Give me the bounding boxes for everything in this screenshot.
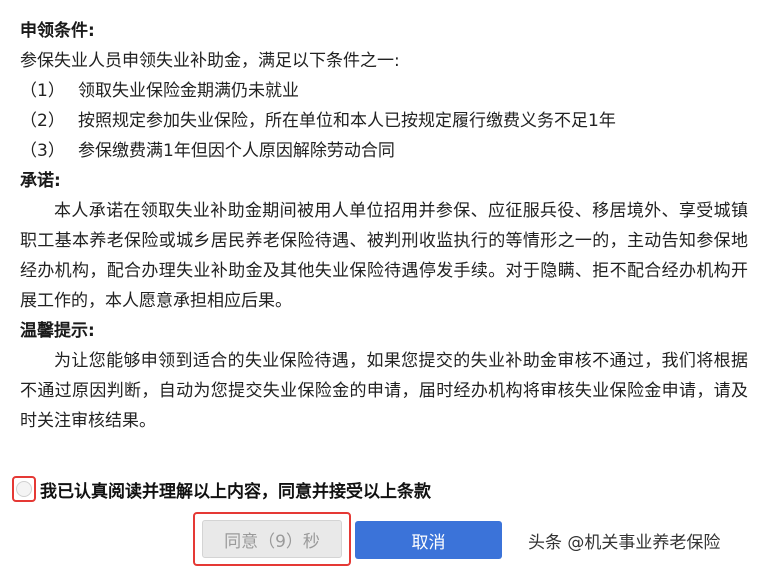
tips-text: 为让您能够申领到适合的失业保险待遇，如果您提交的失业补助金审核不通过，我们将根据… [20,351,748,431]
agreement-radio[interactable] [16,481,32,497]
conditions-intro: 参保失业人员申领失业补助金，满足以下条件之一: [20,51,400,71]
promise-heading: 承诺: [20,171,61,191]
condition-number: （3） [20,141,65,161]
promise-text: 本人承诺在领取失业补助金期间被用人单位招用并参保、应征服兵役、移居境外、享受城镇… [20,201,748,311]
confirm-button-highlight: 同意（9）秒 [193,512,351,566]
condition-text: 参保缴费满1年但因个人原因解除劳动合同 [78,141,395,161]
condition-item: （3） 参保缴费满1年但因个人原因解除劳动合同 [20,136,748,166]
cancel-button[interactable]: 取消 [355,521,502,559]
condition-number: （2） [20,111,65,131]
agreement-radio-highlight[interactable] [12,476,36,502]
agreement-label[interactable]: 我已认真阅读并理解以上内容，同意并接受以上条款 [40,477,431,502]
agree-countdown-button[interactable]: 同意（9）秒 [202,520,342,558]
condition-text: 按照规定参加失业保险，所在单位和本人已按规定履行缴费义务不足1年 [78,111,616,131]
condition-item: （2） 按照规定参加失业保险，所在单位和本人已按规定履行缴费义务不足1年 [20,106,748,136]
condition-number: （1） [20,81,65,101]
condition-text: 领取失业保险金期满仍未就业 [78,81,299,101]
tips-heading: 温馨提示: [20,321,95,341]
watermark-text: 头条 @机关事业养老保险 [528,533,721,553]
agreement-row[interactable]: 我已认真阅读并理解以上内容，同意并接受以上条款 [12,474,431,504]
condition-item: （1） 领取失业保险金期满仍未就业 [20,76,748,106]
terms-content: 申领条件: 参保失业人员申领失业补助金，满足以下条件之一: （1） 领取失业保险金… [20,16,748,436]
conditions-heading: 申领条件: [20,21,95,41]
